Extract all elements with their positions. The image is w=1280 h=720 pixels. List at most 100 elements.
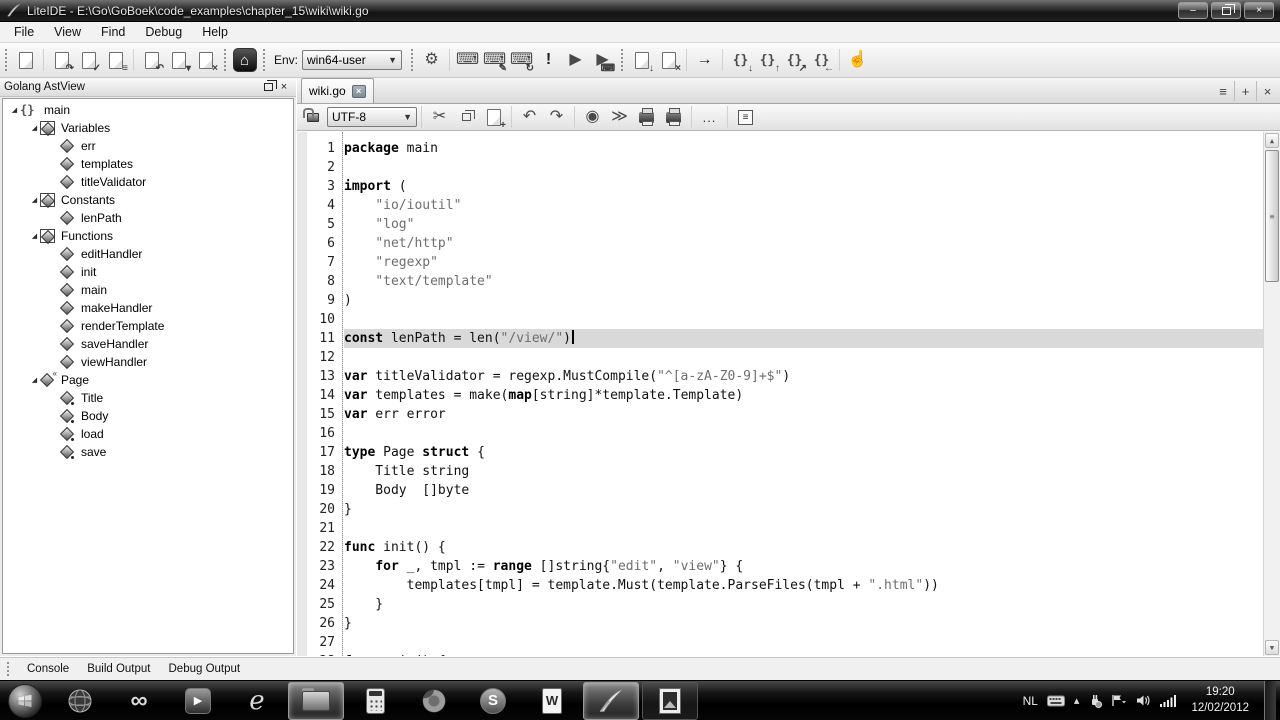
code-line[interactable]: } [344, 614, 1263, 633]
encoding-select[interactable]: UTF-8 ▼ [327, 107, 417, 127]
copy-icon[interactable] [453, 104, 480, 131]
scroll-up-icon[interactable]: ▲ [1265, 133, 1279, 148]
code-line[interactable] [344, 158, 1263, 177]
revert-file-icon[interactable]: ↶ [138, 47, 165, 74]
tree-item-viewhandler[interactable]: viewHandler [3, 353, 293, 371]
drag-handle[interactable] [6, 661, 10, 677]
code-line[interactable]: } [344, 500, 1263, 519]
firefox-icon[interactable] [406, 682, 462, 720]
code-line[interactable]: var err error [344, 405, 1263, 424]
network-globe-icon[interactable] [52, 682, 108, 720]
tree-item-err[interactable]: err [3, 137, 293, 155]
brace-down-icon[interactable]: {}↓ [727, 47, 754, 74]
volume-icon[interactable] [1136, 694, 1151, 707]
brace-out-icon[interactable]: {}↗ [781, 47, 808, 74]
code-line[interactable]: Title string [344, 462, 1263, 481]
paste-icon[interactable]: + [480, 104, 507, 131]
code-line[interactable]: "net/http" [344, 234, 1263, 253]
output-tab-console[interactable]: Console [18, 661, 78, 677]
code-line[interactable] [344, 519, 1263, 538]
new-tab-icon[interactable]: + [1234, 81, 1256, 101]
photo-viewer-icon[interactable] [642, 682, 698, 720]
menu-file[interactable]: File [4, 23, 44, 41]
tree-item-savehandler[interactable]: saveHandler [3, 335, 293, 353]
menu-view[interactable]: View [44, 23, 91, 41]
save-all-icon[interactable]: ≡ [102, 47, 129, 74]
tree-item-title[interactable]: Title [3, 389, 293, 407]
tab-close-icon[interactable]: × [352, 85, 366, 98]
redo-icon[interactable]: ↷ [543, 104, 570, 131]
tree-item-variables[interactable]: ◢Variables [3, 119, 293, 137]
expander-icon[interactable]: ◢ [29, 376, 40, 384]
save-file-icon[interactable]: ✓ [75, 47, 102, 74]
action-center-flag-icon[interactable] [1111, 694, 1127, 707]
brace-left-icon[interactable]: {}← [808, 47, 835, 74]
language-indicator[interactable]: NL [1023, 694, 1038, 708]
code-line[interactable]: var templates = make(map[string]*templat… [344, 386, 1263, 405]
show-hidden-icon[interactable]: ▴ [1074, 694, 1080, 707]
liteide-icon[interactable] [583, 682, 639, 720]
delete-doc-icon[interactable]: × [655, 47, 682, 74]
clean-icon[interactable]: ! [535, 47, 562, 74]
brace-up-icon[interactable]: {}↑ [754, 47, 781, 74]
playback-icon[interactable]: ≫ [606, 104, 633, 131]
install-icon[interactable]: ⌨↻ [508, 47, 535, 74]
code-line[interactable] [344, 310, 1263, 329]
tree-item-load[interactable]: load [3, 425, 293, 443]
code-line[interactable]: var titleValidator = regexp.MustCompile(… [344, 367, 1263, 386]
tab-list-icon[interactable]: ≡ [1212, 81, 1234, 101]
scroll-down-icon[interactable]: ▼ [1265, 640, 1279, 655]
media-player-icon[interactable]: ▶ [170, 682, 226, 720]
tree-item-lenpath[interactable]: lenPath [3, 209, 293, 227]
env-dropdown[interactable]: win64-user▼ [302, 50, 402, 70]
code-line[interactable]: const lenPath = len("/view/") [344, 329, 1263, 348]
expander-icon[interactable]: ◢ [9, 106, 20, 114]
unlock-icon[interactable] [307, 113, 319, 122]
menu-debug[interactable]: Debug [135, 23, 192, 41]
code-line[interactable] [344, 633, 1263, 652]
tree-item-save[interactable]: save [3, 443, 293, 461]
code-line[interactable]: templates[tmpl] = template.Must(template… [344, 576, 1263, 595]
minimize-button[interactable]: – [1178, 2, 1208, 19]
tree-item-body[interactable]: Body [3, 407, 293, 425]
close-panel-icon[interactable]: × [276, 80, 292, 94]
file-info-icon[interactable]: ≡ [732, 104, 759, 131]
menu-help[interactable]: Help [192, 23, 238, 41]
tree-item-titlevalidator[interactable]: titleValidator [3, 173, 293, 191]
new-file-icon[interactable] [12, 47, 39, 74]
code-line[interactable]: "regexp" [344, 253, 1263, 272]
infinity-app-icon[interactable]: ∞ [111, 682, 167, 720]
code-line[interactable] [344, 348, 1263, 367]
code-line[interactable]: import ( [344, 177, 1263, 196]
close-editor-icon[interactable]: × [1256, 81, 1278, 101]
pan-icon[interactable]: ☝ [844, 47, 871, 74]
windows-explorer-icon[interactable] [288, 682, 344, 720]
editor-scrollbar[interactable]: ▲ ≡ ▼ [1263, 132, 1280, 656]
open-file-icon[interactable]: ↷ [48, 47, 75, 74]
menu-find[interactable]: Find [91, 23, 135, 41]
keyboard-icon[interactable] [1047, 695, 1065, 707]
tree-item-main[interactable]: ◢{}main [3, 101, 293, 119]
code-line[interactable]: } [344, 595, 1263, 614]
code-line[interactable]: func init() { [344, 538, 1263, 557]
run-icon[interactable]: ▶ [562, 47, 589, 74]
close-all-files-icon[interactable]: × [192, 47, 219, 74]
code-line[interactable]: type Page struct { [344, 443, 1263, 462]
tree-item-constants[interactable]: ◢Constants [3, 191, 293, 209]
cut-icon[interactable]: ✂ [426, 104, 453, 131]
insert-doc-icon[interactable]: ↓ [628, 47, 655, 74]
tree-item-functions[interactable]: ◢Functions [3, 227, 293, 245]
start-button[interactable] [8, 684, 42, 718]
expander-icon[interactable]: ◢ [29, 124, 40, 132]
code-line[interactable]: package main [344, 139, 1263, 158]
expander-icon[interactable]: ◢ [29, 196, 40, 204]
code-line[interactable] [344, 424, 1263, 443]
taskbar-clock[interactable]: 19:20 12/02/2012 [1185, 685, 1255, 716]
code-line[interactable]: "log" [344, 215, 1263, 234]
code-line[interactable]: for _, tmpl := range []string{"edit", "v… [344, 557, 1263, 576]
tree-item-init[interactable]: init [3, 263, 293, 281]
code-line[interactable]: "text/template" [344, 272, 1263, 291]
calculator-icon[interactable] [347, 682, 403, 720]
quick-print-icon[interactable] [660, 104, 687, 131]
code-line[interactable]: Body []byte [344, 481, 1263, 500]
